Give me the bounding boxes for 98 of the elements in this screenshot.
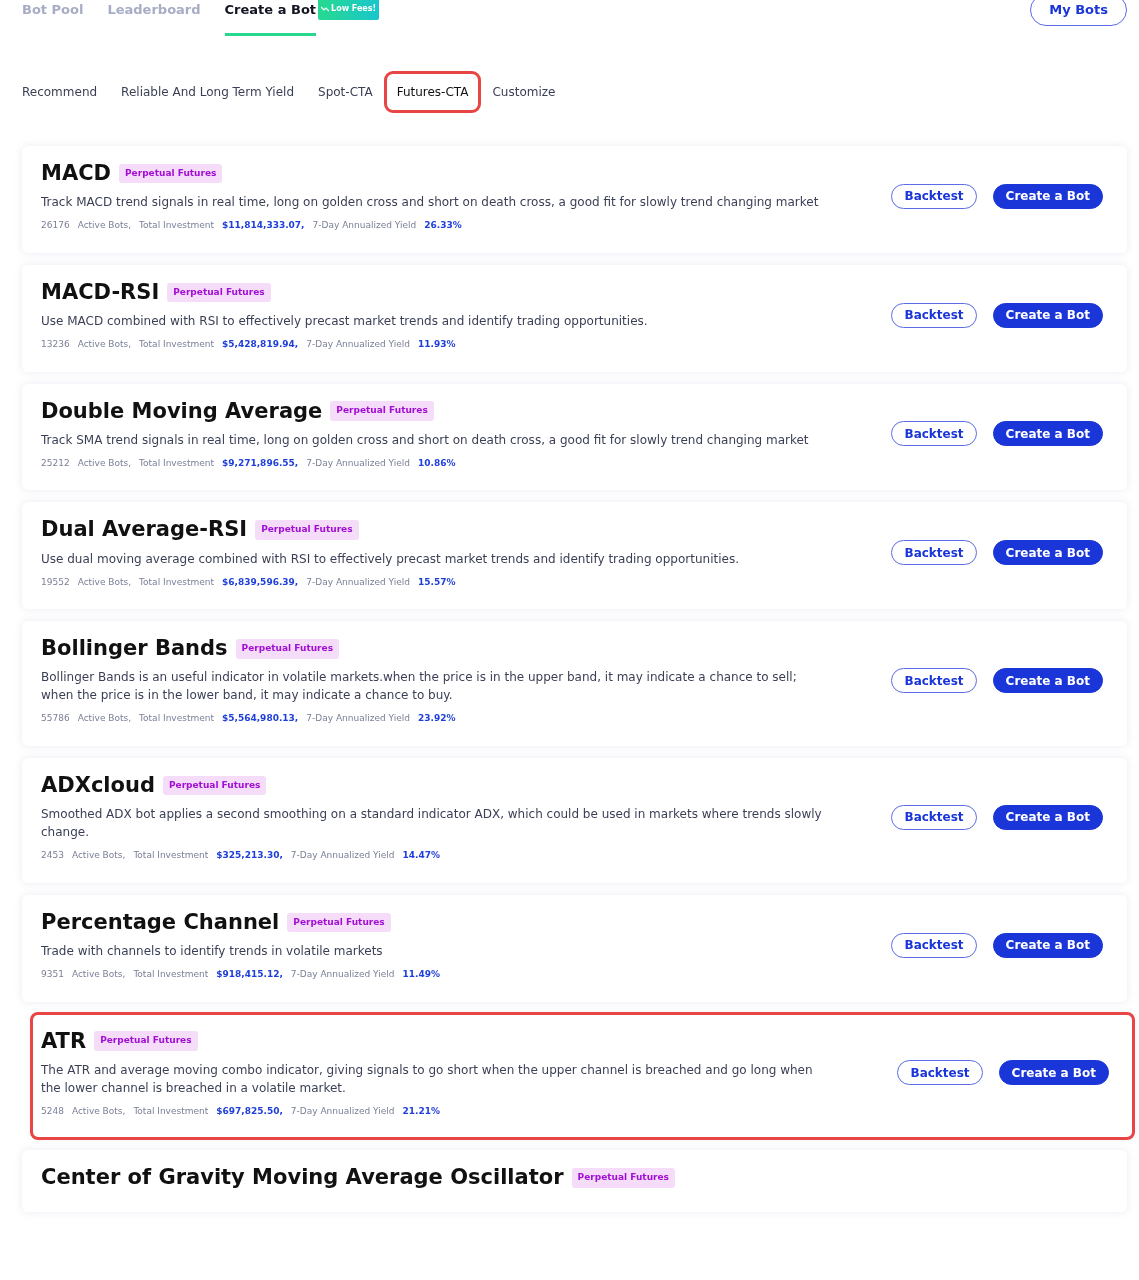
stat-label: Active Bots, [77, 338, 132, 352]
yield-value: 11.93% [417, 338, 456, 352]
bot-name: Center of Gravity Moving Average Oscillator [41, 1164, 564, 1192]
stat-label: Total Investment [139, 219, 214, 233]
my-bots-button[interactable]: My Bots [1030, 0, 1127, 26]
market-tag: Perpetual Futures [287, 912, 391, 933]
yield-value: 15.57% [417, 575, 456, 589]
bot-name: ADXcloud [41, 772, 155, 799]
category-tab[interactable]: Futures-CTA [386, 74, 479, 110]
investment-value: $9,271,896.55, [221, 456, 299, 470]
bot-description: Use MACD combined with RSI to effectively precast market trends and identify trading opportunities. [41, 313, 649, 331]
bot-name: MACD [41, 160, 111, 187]
bot-name: Percentage Channel [41, 908, 280, 936]
active-bots-count: 5248 [41, 1104, 64, 1118]
bot-description: The ATR and average moving combo indicator, giving signals to go short when the upper channel is breached and go long when the lower channel is breached in a volatile market. [41, 1061, 814, 1097]
stat-label: Total Investment [133, 968, 209, 982]
investment-value: $11,814,333.07, [221, 219, 305, 233]
stat-label: Active Bots, [71, 849, 126, 863]
bot-name: ATR [41, 1027, 87, 1055]
category-tab[interactable]: Spot-CTA [308, 74, 383, 110]
market-tag: Perpetual Futures [330, 401, 434, 421]
fee-badge: Low Fees! [318, 0, 380, 20]
investment-value: $697,825.50, [216, 1104, 283, 1118]
yield-value: 23.92% [417, 712, 456, 726]
investment-value: $5,428,819.94, [221, 338, 299, 352]
backtest-button[interactable]: Backtest [891, 421, 977, 447]
create-bot-button[interactable]: Create a Bot [998, 1060, 1109, 1086]
stat-label: 7-Day Annualized Yield [290, 968, 395, 982]
create-bot-button[interactable]: Create a Bot [992, 804, 1103, 830]
market-tag: Perpetual Futures [571, 1168, 675, 1188]
yield-value: 26.33% [424, 219, 462, 233]
stat-label: 7-Day Annualized Yield [312, 219, 417, 233]
backtest-button[interactable]: Backtest [891, 932, 977, 958]
market-tag: Perpetual Futures [94, 1031, 198, 1051]
backtest-button[interactable]: Backtest [897, 1060, 983, 1086]
investment-value: $6,839,596.39, [221, 575, 299, 589]
stat-label: 7-Day Annualized Yield [306, 575, 410, 589]
active-bots-count: 9351 [41, 968, 64, 982]
category-tab[interactable]: Reliable And Long Term Yield [111, 74, 305, 110]
stat-label: 7-Day Annualized Yield [306, 456, 410, 470]
stat-label: Total Investment [139, 712, 214, 726]
market-tag: Perpetual Futures [167, 282, 271, 303]
stat-label: Total Investment [133, 1104, 209, 1118]
bot-description: Track MACD trend signals in real time, long on golden cross and short on death cross, a good fit for slowly trend changing market [41, 194, 820, 212]
active-bots-count: 13236 [41, 338, 70, 352]
investment-value: $325,213.30, [216, 849, 283, 863]
create-bot-button[interactable]: Create a Bot [992, 302, 1103, 328]
category-tab[interactable]: Customize [482, 74, 566, 110]
active-bots-count: 19552 [41, 575, 70, 589]
bot-description: Bollinger Bands is an useful indicator in volatile markets.when the price is in the upper band, it may indicate a chance to sell; when the price is in the lower band, it may indicate a chance to buy. [41, 669, 798, 705]
active-bots-count: 55786 [41, 712, 70, 726]
bot-name: MACD-RSI [41, 278, 160, 306]
category-tab[interactable]: Recommend [22, 74, 108, 110]
yield-value: 21.21% [402, 1104, 440, 1118]
investment-value: $5,564,980.13, [221, 712, 299, 726]
active-bots-count: 25212 [41, 456, 70, 470]
create-bot-button[interactable]: Create a Bot [992, 932, 1103, 958]
stat-label: 7-Day Annualized Yield [306, 712, 410, 726]
stat-label: Active Bots, [77, 575, 132, 589]
yield-value: 11.49% [402, 968, 440, 982]
create-bot-button[interactable]: Create a Bot [992, 540, 1103, 566]
bot-name: Bollinger Bands [41, 635, 228, 663]
bot-description: Trade with channels to identify trends in volatile markets [41, 943, 384, 961]
stat-label: Active Bots, [77, 712, 132, 726]
bot-name: Dual Average-RSI [41, 516, 248, 544]
stat-label: Total Investment [139, 338, 214, 352]
yield-value: 10.86% [417, 456, 456, 470]
stat-label: Total Investment [139, 575, 214, 589]
create-bot-button[interactable]: Create a Bot [992, 421, 1103, 447]
stat-label: Active Bots, [71, 1104, 126, 1118]
stat-label: Total Investment [139, 456, 214, 470]
stat-label: Active Bots, [77, 219, 132, 233]
stat-label: 7-Day Annualized Yield [290, 849, 395, 863]
backtest-button[interactable]: Backtest [891, 668, 977, 694]
market-tag: Perpetual Futures [235, 639, 339, 659]
stat-label: 7-Day Annualized Yield [306, 338, 410, 352]
backtest-button[interactable]: Backtest [891, 302, 977, 328]
market-tag: Perpetual Futures [255, 520, 359, 540]
bot-name: Double Moving Average [41, 397, 323, 425]
backtest-button[interactable]: Backtest [891, 183, 977, 209]
active-bots-count: 26176 [41, 219, 70, 233]
create-bot-button[interactable]: Create a Bot [992, 668, 1103, 694]
stat-label: Total Investment [133, 849, 209, 863]
trend-down-icon [321, 5, 330, 12]
investment-value: $918,415.12, [216, 968, 283, 982]
bot-description: Use dual moving average combined with RSI to effectively precast market trends and identify trading opportunities. [41, 550, 740, 568]
stat-label: Active Bots, [77, 456, 132, 470]
backtest-button[interactable]: Backtest [891, 540, 977, 566]
market-tag: Perpetual Futures [119, 163, 223, 184]
bot-description: Track SMA trend signals in real time, long on golden cross and short on death cross, a good fit for slowly trend changing market [41, 431, 810, 449]
create-bot-button[interactable]: Create a Bot [992, 183, 1103, 209]
active-bots-count: 2453 [41, 849, 64, 863]
market-tag: Perpetual Futures [162, 775, 267, 796]
bot-description: Smoothed ADX bot applies a second smoothing on a standard indicator ADX, which could be used in markets where trends slowly change. [41, 806, 823, 842]
yield-value: 14.47% [402, 849, 440, 863]
backtest-button[interactable]: Backtest [891, 804, 977, 830]
stat-label: 7-Day Annualized Yield [290, 1104, 395, 1118]
stat-label: Active Bots, [71, 968, 126, 982]
